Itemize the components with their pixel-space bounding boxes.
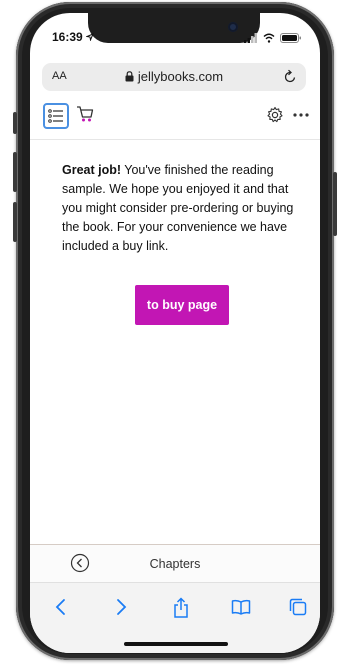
- volume-up-button: [13, 152, 17, 192]
- notch: [88, 13, 260, 43]
- chapters-bar: Chapters: [30, 544, 320, 583]
- message-heading: Great job!: [62, 163, 122, 177]
- table-of-contents-icon: [48, 109, 63, 123]
- address-bar[interactable]: AA jellybooks.com: [42, 63, 306, 91]
- url-text: jellybooks.com: [137, 69, 224, 84]
- power-button: [333, 172, 337, 236]
- silent-switch: [13, 112, 17, 134]
- chapters-label[interactable]: Chapters: [30, 557, 320, 571]
- battery-icon: [280, 33, 301, 43]
- reader-toolbar: [30, 95, 320, 140]
- home-indicator: [124, 642, 228, 646]
- cellular-signal-icon: [244, 33, 257, 43]
- volume-down-button: [13, 202, 17, 242]
- back-arrow-icon[interactable]: [54, 597, 68, 617]
- bookmarks-icon[interactable]: [231, 599, 251, 615]
- location-arrow-icon: [85, 33, 94, 42]
- status-time-text: 16:39: [52, 30, 83, 44]
- reload-icon[interactable]: [283, 69, 297, 84]
- table-of-contents-button[interactable]: [43, 103, 69, 129]
- shopping-cart-icon[interactable]: [76, 105, 94, 123]
- more-icon[interactable]: [292, 106, 310, 124]
- phone-screen: 16:39 AA jellybooks.com Great job! You'v…: [30, 13, 320, 653]
- lock-icon: [125, 71, 134, 82]
- status-indicators: [244, 33, 302, 43]
- tabs-icon[interactable]: [288, 597, 308, 617]
- status-time: 16:39: [52, 30, 94, 44]
- sample-finished-message: Great job! You've finished the reading s…: [62, 161, 298, 256]
- wifi-icon: [263, 33, 275, 43]
- url-display[interactable]: jellybooks.com: [42, 69, 306, 84]
- forward-arrow-icon[interactable]: [114, 597, 128, 617]
- gear-icon[interactable]: [266, 106, 284, 124]
- share-icon[interactable]: [172, 597, 190, 619]
- camera: [228, 22, 238, 32]
- buy-page-button[interactable]: to buy page: [135, 285, 229, 325]
